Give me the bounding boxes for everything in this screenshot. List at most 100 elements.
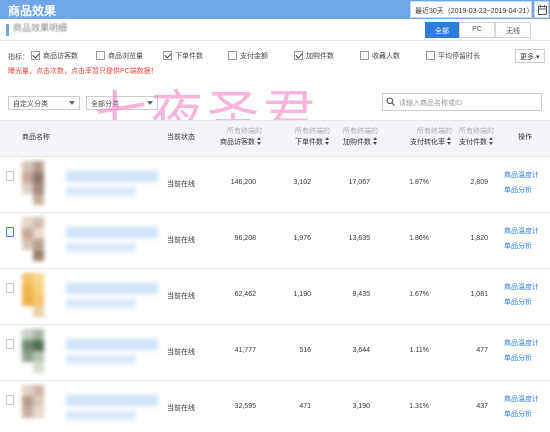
product-thermometer-link[interactable]: 商品温度计 (504, 282, 539, 292)
product-thermometer-link[interactable]: 商品温度计 (504, 394, 539, 404)
product-subtitle-blurred (66, 411, 136, 420)
product-thumbnail[interactable] (22, 217, 54, 261)
custom-category-select[interactable]: 自定义分类 (8, 96, 80, 110)
product-thumbnail[interactable] (22, 161, 54, 205)
item-analysis-link[interactable]: 单品分析 (504, 409, 532, 419)
item-analysis-link[interactable]: 单品分析 (504, 297, 532, 307)
status-cell: 当前在线 (167, 349, 195, 356)
col-cart[interactable]: 所有终端的 加购件数 (326, 127, 378, 148)
product-name-blurred[interactable] (66, 339, 158, 350)
col-sub: 所有终端的 (227, 128, 262, 135)
date-range-picker[interactable]: 最近30天（2019-03-23~2019-04-21） (410, 1, 534, 18)
orders-cell: 3,102 (293, 179, 311, 186)
product-subtitle-blurred (66, 299, 136, 308)
checkbox-checked[interactable] (163, 51, 172, 60)
section-accent-bar (6, 24, 9, 36)
chevron-down-icon (69, 101, 75, 105)
product-thumbnail[interactable] (22, 385, 54, 429)
col-orders[interactable]: 所有终端的 下单件数 (278, 127, 330, 148)
metric-cart-items[interactable]: 加购件数 (294, 51, 334, 63)
cart-cell: 3,644 (352, 347, 370, 354)
orders-cell: 471 (299, 403, 311, 410)
conversion-cell: 1.31% (409, 403, 429, 410)
checkbox-checked[interactable] (294, 51, 303, 60)
status-cell: 当前在线 (167, 293, 195, 300)
product-name-blurred[interactable] (66, 227, 158, 238)
cart-cell: 13,635 (348, 235, 370, 242)
col-visitors[interactable]: 所有终端的商品访客数 (210, 127, 262, 148)
product-subtitle-blurred (66, 187, 136, 196)
product-thermometer-link[interactable]: 商品温度计 (504, 338, 539, 348)
product-thermometer-link[interactable]: 商品温度计 (504, 226, 539, 236)
item-analysis-link[interactable]: 单品分析 (504, 353, 532, 363)
metric-label: 商品访客数 (43, 53, 78, 60)
segment-all[interactable]: 全部 (425, 22, 459, 38)
paid-cell: 437 (476, 403, 488, 410)
checkbox-unchecked[interactable] (228, 51, 237, 60)
metrics-label: 指标： (8, 54, 29, 61)
metric-label: 平均停留时长 (438, 53, 480, 60)
table-row: 当前在线 41,777 516 3,644 1.11% 477 商品温度计 单品… (0, 325, 550, 381)
segment-wireless[interactable]: 无线 (495, 22, 531, 38)
metric-pageviews[interactable]: 商品浏览量 (96, 51, 143, 63)
more-label: 更多 (520, 54, 534, 61)
table-header: 商品名称 当前状态 所有终端的 商品访客数 所有终端的 下单件数 所有终端的 加购件数… (0, 120, 550, 157)
search-input[interactable]: 请输入商品名称或ID (382, 93, 542, 111)
conversion-cell: 1.86% (409, 235, 429, 242)
visitors-cell: 146,200 (230, 179, 256, 186)
product-thumbnail[interactable] (22, 329, 54, 373)
orders-cell: 1,976 (293, 235, 311, 242)
calendar-button[interactable] (534, 1, 549, 18)
col-paid-items[interactable]: 所有终端的 支付件数 (442, 127, 494, 148)
checkbox-checked[interactable] (31, 51, 40, 60)
col-status: 当前状态 (167, 134, 195, 141)
row-select-checkbox[interactable] (6, 227, 14, 237)
cart-cell: 9,435 (352, 291, 370, 298)
row-select-checkbox[interactable] (6, 339, 14, 349)
col-main: 商品访客数 (220, 139, 255, 146)
metric-order-items[interactable]: 下单件数 (163, 51, 203, 63)
col-main: 下单件数 (295, 139, 323, 146)
metric-payment-amount[interactable]: 支付金额 (228, 51, 268, 63)
item-analysis-link[interactable]: 单品分析 (504, 241, 532, 251)
checkbox-unchecked[interactable] (96, 51, 105, 60)
metric-favorites[interactable]: 收藏人数 (360, 51, 400, 63)
product-thermometer-link[interactable]: 商品温度计 (504, 170, 539, 180)
sort-icon[interactable] (373, 137, 378, 145)
search-icon (386, 97, 395, 106)
table-row: 当前在线 146,200 3,102 17,067 1.87% 2,809 商品… (0, 157, 550, 213)
product-subtitle-blurred (66, 355, 136, 364)
checkbox-unchecked[interactable] (360, 51, 369, 60)
product-thumbnail[interactable] (22, 273, 54, 317)
conversion-cell: 1.87% (409, 179, 429, 186)
status-cell: 当前在线 (167, 405, 195, 412)
product-name-blurred[interactable] (66, 171, 158, 182)
col-main: 支付转化率 (410, 139, 445, 146)
row-select-checkbox[interactable] (6, 171, 14, 181)
section-title: 商品效果明细 (13, 23, 68, 33)
item-analysis-link[interactable]: 单品分析 (504, 185, 532, 195)
top-bar: 商品效果 最近30天（2019-03-23~2019-04-21） (0, 0, 550, 19)
col-sub: 所有终端的 (459, 128, 494, 135)
chevron-down-icon: ▾ (535, 54, 540, 61)
more-metrics-dropdown[interactable]: 更多 ▾ (515, 49, 545, 63)
sort-icon[interactable] (257, 137, 262, 145)
segment-pc[interactable]: PC (459, 22, 495, 38)
product-name-blurred[interactable] (66, 283, 158, 294)
calendar-icon (538, 5, 547, 15)
status-cell: 当前在线 (167, 237, 195, 244)
product-name-blurred[interactable] (66, 395, 158, 406)
sort-icon[interactable] (489, 137, 494, 145)
table-row: 当前在线 96,208 1,976 13,635 1.86% 1,820 商品温… (0, 213, 550, 269)
checkbox-unchecked[interactable] (426, 51, 435, 60)
metric-avg-stay[interactable]: 平均停留时长 (426, 51, 480, 63)
visitors-cell: 96,208 (234, 235, 256, 242)
row-select-checkbox[interactable] (6, 395, 14, 405)
page-title: 商品效果 (8, 4, 57, 18)
conversion-cell: 1.67% (409, 291, 429, 298)
col-sub: 所有终端的 (343, 128, 378, 135)
visitors-cell: 41,777 (234, 347, 256, 354)
row-select-checkbox[interactable] (6, 283, 14, 293)
table-row: 当前在线 32,595 471 3,190 1.31% 437 商品温度计 单品… (0, 381, 550, 432)
metric-visitors[interactable]: 商品访客数 (31, 51, 78, 63)
